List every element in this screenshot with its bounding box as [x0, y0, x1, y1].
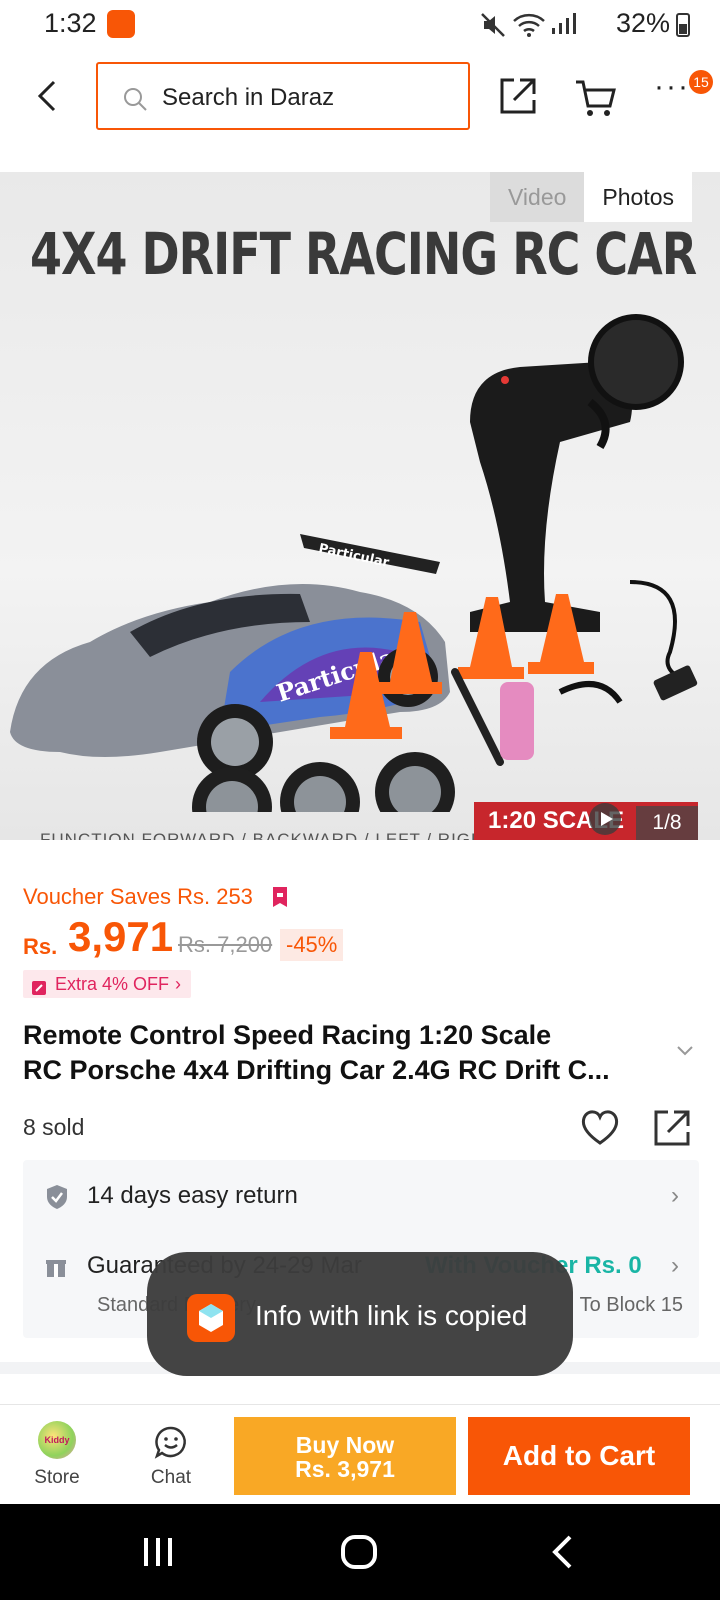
daraz-notification-icon: [107, 10, 135, 38]
add-to-cart-button[interactable]: Add to Cart: [468, 1417, 690, 1495]
top-header: Search in Daraz ··· 15: [0, 58, 720, 134]
mute-icon: [480, 12, 506, 43]
media-tabs: Video Photos: [490, 172, 693, 222]
store-button[interactable]: Kiddy Store: [22, 1411, 92, 1501]
chat-button[interactable]: Chat: [136, 1411, 206, 1501]
sold-count: 8 sold: [23, 1114, 85, 1140]
share-product-icon[interactable]: [652, 1108, 692, 1153]
product-photo: Particular Particular: [10, 314, 698, 812]
voucher-icon: [272, 886, 288, 913]
tab-video[interactable]: Video: [490, 172, 585, 222]
battery-icon: [676, 13, 690, 37]
search-icon: [122, 86, 148, 117]
controller-wheel: [588, 314, 684, 410]
system-navigation-bar: [0, 1504, 720, 1600]
product-title-line2: RC Porsche 4x4 Drifting Car 2.4G RC Drif…: [23, 1055, 610, 1085]
back-icon[interactable]: [548, 1534, 578, 1575]
chevron-right-icon: ›: [175, 974, 182, 994]
current-price: 3,971: [68, 913, 174, 960]
product-image-gallery[interactable]: 4X4 DRIFT RACING RC CAR Video Photos Par…: [0, 172, 720, 840]
search-placeholder: Search in Daraz: [162, 84, 335, 111]
buy-now-button[interactable]: Buy Now Rs. 3,971: [234, 1417, 456, 1495]
controller-light: [501, 376, 509, 384]
status-bar: 1:32 32%: [0, 0, 720, 50]
buy-now-price: Rs. 3,971: [295, 1456, 395, 1482]
signal-icon: [550, 12, 578, 41]
copied-toast: Info with link is copied: [147, 1252, 573, 1376]
store-label: Store: [34, 1467, 80, 1488]
wifi-icon: [512, 12, 546, 43]
more-options-icon[interactable]: ···: [654, 70, 690, 104]
usb-plug: [653, 665, 698, 701]
price-currency: Rs.: [23, 934, 58, 959]
search-input[interactable]: Search in Daraz: [96, 62, 470, 130]
product-title-line1: Remote Control Speed Racing 1:20 Scale: [23, 1020, 552, 1050]
store-avatar: Kiddy: [38, 1421, 76, 1459]
play-video-icon[interactable]: [588, 802, 622, 840]
cart-icon[interactable]: [574, 78, 616, 123]
recent-apps-icon[interactable]: [140, 1534, 176, 1575]
usb-cable: [629, 580, 691, 684]
chat-icon: [154, 1425, 188, 1459]
discount-badge: -45%: [280, 929, 344, 961]
chevron-right-icon[interactable]: ›: [671, 1252, 679, 1280]
coupon-icon: [31, 976, 47, 1004]
buy-now-label: Buy Now: [295, 1432, 395, 1458]
delivery-location: To Block 15: [579, 1294, 683, 1316]
tab-photos[interactable]: Photos: [584, 172, 693, 222]
share-icon[interactable]: [498, 76, 538, 121]
shield-check-icon: [45, 1184, 69, 1215]
status-time: 1:32: [44, 8, 97, 38]
charge-connector: [558, 681, 623, 704]
battery-percent: 32%: [615, 8, 670, 38]
extra-off-label: Extra 4% OFF: [55, 974, 170, 994]
chat-label: Chat: [150, 1467, 192, 1488]
heart-icon[interactable]: [580, 1108, 620, 1151]
product-title: Remote Control Speed Racing 1:20 Scale R…: [23, 1018, 663, 1088]
image-counter: 1/8: [636, 806, 698, 840]
screwdriver: [451, 668, 504, 766]
gift-icon: [45, 1256, 67, 1283]
bottom-action-bar: Kiddy Store Chat Buy Now Rs. 3,971 Add t…: [0, 1404, 720, 1504]
return-policy[interactable]: 14 days easy return: [87, 1182, 298, 1210]
daraz-logo-icon: [187, 1294, 235, 1342]
voucher-savings[interactable]: Voucher Saves Rs. 253: [23, 884, 253, 910]
chevron-right-icon[interactable]: ›: [671, 1182, 679, 1210]
controller-body: [470, 362, 632, 632]
extra-off-chip[interactable]: Extra 4% OFF ›: [23, 970, 192, 998]
battery: [500, 682, 534, 760]
cart-count-badge: 15: [689, 70, 713, 94]
back-arrow-icon[interactable]: [30, 76, 70, 116]
original-price: Rs. 7,200: [178, 932, 273, 957]
chevron-down-icon[interactable]: [676, 1044, 694, 1062]
home-icon[interactable]: [340, 1534, 378, 1575]
toast-message: Info with link is copied: [255, 1300, 528, 1331]
